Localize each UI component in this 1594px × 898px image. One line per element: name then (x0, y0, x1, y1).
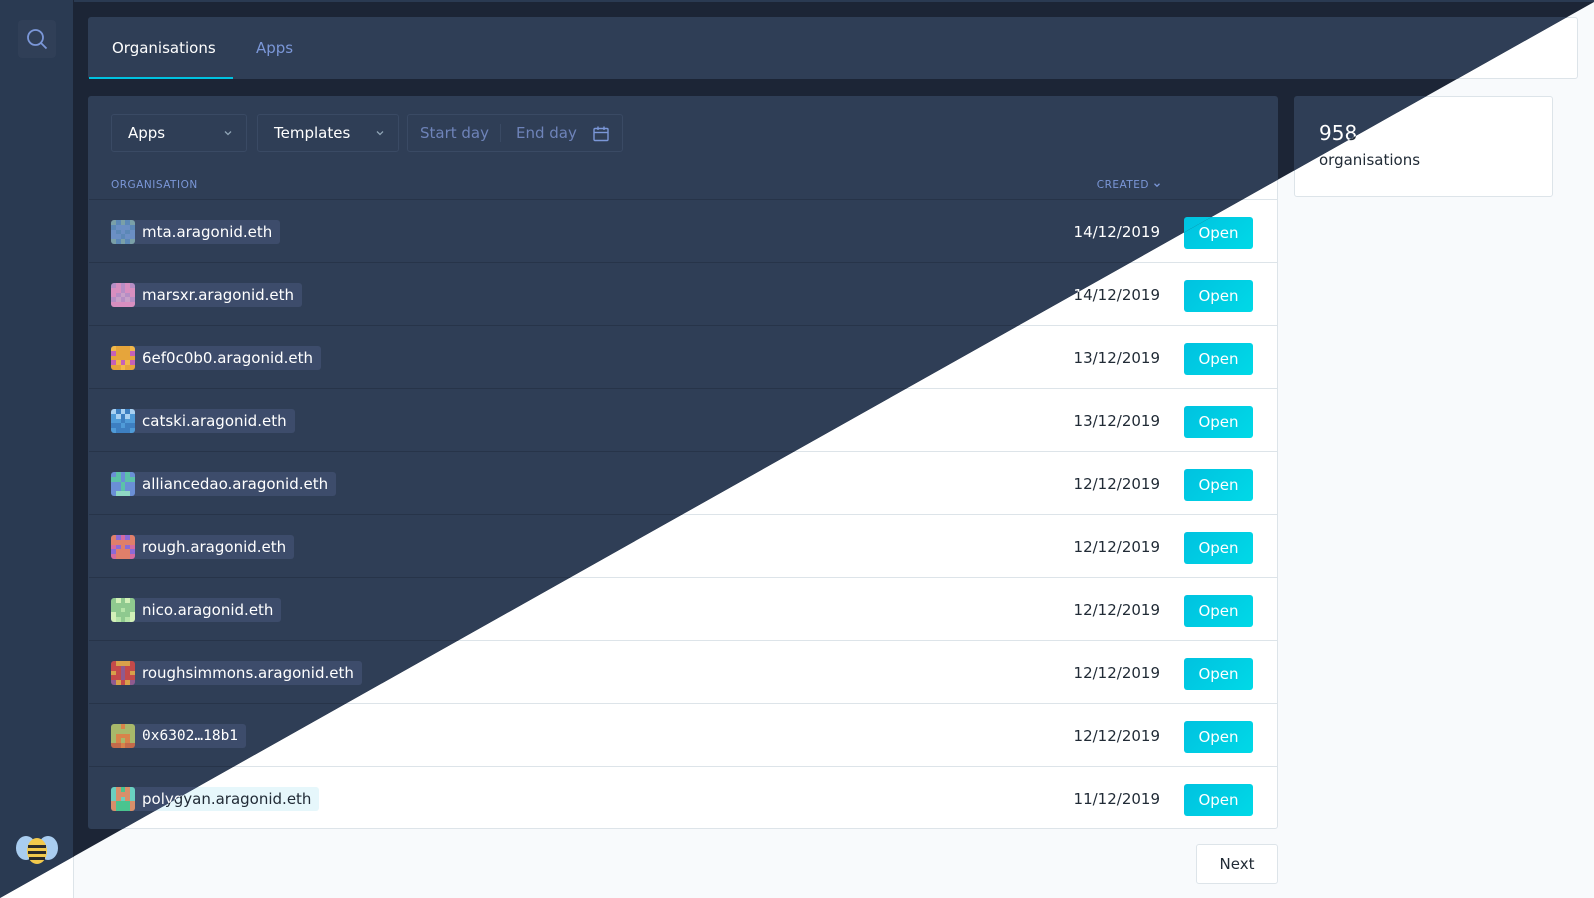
created-date: 13/12/2019 (1073, 412, 1160, 430)
organisation-badge[interactable]: rough.aragonid.eth (111, 535, 295, 559)
organisation-name: 0x6302…18b1 (142, 728, 239, 744)
table-row: polygyan.aragonid.eth 11/12/2019 Open (89, 766, 1277, 829)
search-icon (27, 29, 48, 50)
identicon (111, 535, 135, 559)
organisation-badge[interactable]: roughsimmons.aragonid.eth (111, 661, 362, 685)
identicon (111, 472, 135, 496)
open-button[interactable]: Open (1184, 658, 1253, 690)
templates-filter-dropdown[interactable]: Templates (257, 114, 399, 152)
apps-filter-label: Apps (128, 124, 166, 142)
organisation-badge[interactable]: 6ef0c0b0.aragonid.eth (111, 346, 322, 370)
created-date: 12/12/2019 (1073, 475, 1160, 493)
open-button[interactable]: Open (1184, 532, 1253, 564)
chevron-down-icon (1154, 183, 1160, 188)
open-button[interactable]: Open (1184, 406, 1253, 438)
open-button[interactable]: Open (1184, 343, 1253, 375)
chevron-down-icon (224, 131, 232, 136)
open-button[interactable]: Open (1184, 280, 1253, 312)
organisation-name: 6ef0c0b0.aragonid.eth (142, 349, 314, 367)
identicon (111, 661, 135, 685)
organisation-badge[interactable]: nico.aragonid.eth (111, 598, 282, 622)
identicon (111, 787, 135, 811)
organisation-badge[interactable]: catski.aragonid.eth (111, 409, 295, 433)
date-range-picker[interactable]: Start day End day (407, 114, 623, 152)
created-date: 12/12/2019 (1073, 664, 1160, 682)
identicon (111, 598, 135, 622)
calendar-icon (593, 126, 609, 142)
apps-filter-dropdown[interactable]: Apps (111, 114, 247, 152)
organisation-name: nico.aragonid.eth (142, 601, 274, 619)
date-separator (500, 124, 501, 142)
organisation-badge[interactable]: 0x6302…18b1 (111, 724, 247, 748)
created-date: 12/12/2019 (1073, 601, 1160, 619)
identicon (111, 724, 135, 748)
table-header: ORGANISATION CREATED (89, 175, 1277, 199)
chevron-down-icon (376, 131, 384, 136)
aragon-logo (14, 830, 60, 870)
organisation-name: alliancedao.aragonid.eth (142, 475, 329, 493)
tab-apps[interactable]: Apps (233, 18, 316, 79)
created-date: 11/12/2019 (1073, 790, 1160, 808)
open-button[interactable]: Open (1184, 721, 1253, 753)
organisation-name: rough.aragonid.eth (142, 538, 287, 556)
left-rail (0, 0, 74, 898)
organisation-badge[interactable]: mta.aragonid.eth (111, 220, 281, 244)
organisation-name: roughsimmons.aragonid.eth (142, 664, 354, 682)
tab-organisations[interactable]: Organisations (89, 18, 233, 79)
organisation-name: catski.aragonid.eth (142, 412, 287, 430)
column-header-organisation: ORGANISATION (111, 179, 198, 191)
created-date: 13/12/2019 (1073, 349, 1160, 367)
created-date: 12/12/2019 (1073, 727, 1160, 745)
table-row: mta.aragonid.eth 14/12/2019 Open (89, 199, 1277, 262)
templates-filter-label: Templates (274, 124, 351, 142)
column-header-created[interactable]: CREATED (1097, 179, 1162, 191)
created-date: 14/12/2019 (1073, 223, 1160, 241)
identicon (111, 409, 135, 433)
identicon (111, 346, 135, 370)
created-header-label: CREATED (1096, 179, 1149, 191)
open-button[interactable]: Open (1184, 595, 1253, 627)
identicon (111, 283, 135, 307)
created-date: 12/12/2019 (1073, 538, 1160, 556)
organisations-count-label: organisations (1319, 151, 1421, 169)
open-button[interactable]: Open (1184, 784, 1253, 816)
identicon (111, 220, 135, 244)
organisation-badge[interactable]: marsxr.aragonid.eth (111, 283, 303, 307)
next-page-button[interactable]: Next (1196, 844, 1278, 884)
open-button[interactable]: Open (1184, 469, 1253, 501)
search-button[interactable] (18, 20, 56, 58)
organisation-badge[interactable]: alliancedao.aragonid.eth (111, 472, 337, 496)
start-day-field[interactable]: Start day (420, 115, 489, 151)
organisation-name: marsxr.aragonid.eth (142, 286, 295, 304)
top-strip (0, 0, 1594, 2)
organisation-name: mta.aragonid.eth (142, 223, 273, 241)
end-day-field[interactable]: End day (516, 115, 577, 151)
tabs-bar: Organisations Apps (88, 17, 1578, 79)
